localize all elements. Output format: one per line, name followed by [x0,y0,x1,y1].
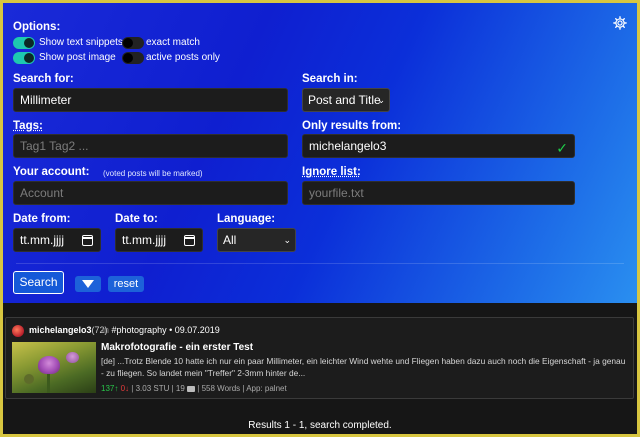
toggle-label: Show text snippets [39,37,123,48]
comment-count: 19 [175,384,185,393]
only-results-from-label: Only results from: [302,120,402,132]
date-to-input[interactable]: tt.mm.jjjj [115,228,203,252]
search-for-label: Search for: [13,73,74,85]
result-date: • 09.07.2019 [169,325,220,335]
account-note: (voted posts will be marked) [103,169,203,178]
search-in-value: Post and Title [308,93,381,107]
result-tag[interactable]: #photography [112,325,167,335]
reset-button[interactable]: reset [108,276,144,292]
toggle-active-posts-only[interactable] [122,52,144,64]
expand-toggle-button[interactable] [75,276,101,292]
date-to-value: tt.mm.jjjj [122,233,166,247]
date-from-label: Date from: [13,213,71,225]
search-button[interactable]: Search [13,271,64,294]
result-title[interactable]: Makrofotografie - ein erster Test [101,342,253,353]
word-count: | 558 Words | [197,384,245,393]
app-name: App: palnet [246,384,287,393]
calendar-icon[interactable] [82,235,93,246]
result-author[interactable]: michelangelo3(72) [29,325,108,335]
comment-icon [187,385,196,392]
only-results-from-value: michelangelo3 [309,139,387,153]
language-select[interactable]: All ⌄ [217,228,296,252]
toggle-label: active posts only [146,52,220,63]
result-meta: in #photography • 09.07.2019 [102,325,220,335]
toggle-label: Show post image [39,52,116,63]
toggle-label: exact match [146,37,200,48]
avatar[interactable] [12,325,24,337]
date-from-input[interactable]: tt.mm.jjjj [13,228,101,252]
status-text: Results 1 - 1, search completed. [248,420,392,431]
toggle-show-text-snippets[interactable] [13,37,35,49]
tags-label: Tags: [13,120,43,132]
tags-input[interactable]: Tag1 Tag2 ... [13,134,288,158]
search-in-label: Search in: [302,73,358,85]
calendar-icon[interactable] [184,235,195,246]
result-stats: 137↑ 0↓ | 3.03 STU | 19 | 558 Words | Ap… [101,384,287,393]
toggle-show-post-image[interactable] [13,52,35,64]
ignore-list-label: Ignore list: [302,166,361,178]
language-value: All [223,233,237,247]
upvote-count: 137↑ [101,384,119,393]
date-to-label: Date to: [115,213,158,225]
checkmark-icon: ✓ [556,140,568,156]
ignore-list-input[interactable]: yourfile.txt [302,181,575,205]
result-snippet: [de] ...Trotz Blende 10 hatte ich nur ei… [101,356,626,378]
divider [16,263,624,264]
post-thumbnail[interactable] [12,342,96,393]
gear-icon[interactable] [613,16,627,30]
downvote-count: 0↓ [120,384,130,393]
account-input[interactable]: Account [13,181,288,205]
language-label: Language: [217,213,276,225]
date-from-value: tt.mm.jjjj [20,233,64,247]
search-in-select[interactable]: Post and Title ⌄ [302,88,390,112]
search-panel: Options: Show text snippets exact match … [3,3,637,303]
result-card: michelangelo3(72) in #photography • 09.0… [5,317,634,399]
chevron-down-icon: ⌄ [283,235,291,245]
options-label: Options: [13,21,61,33]
only-results-from-input[interactable]: michelangelo3 ✓ [302,134,575,158]
chevron-down-icon: ⌄ [377,95,385,105]
payout-value: | 3.03 STU | [131,384,174,393]
toggle-exact-match[interactable] [122,37,144,49]
search-input[interactable]: Millimeter [13,88,288,112]
account-label: Your account: [13,166,90,178]
